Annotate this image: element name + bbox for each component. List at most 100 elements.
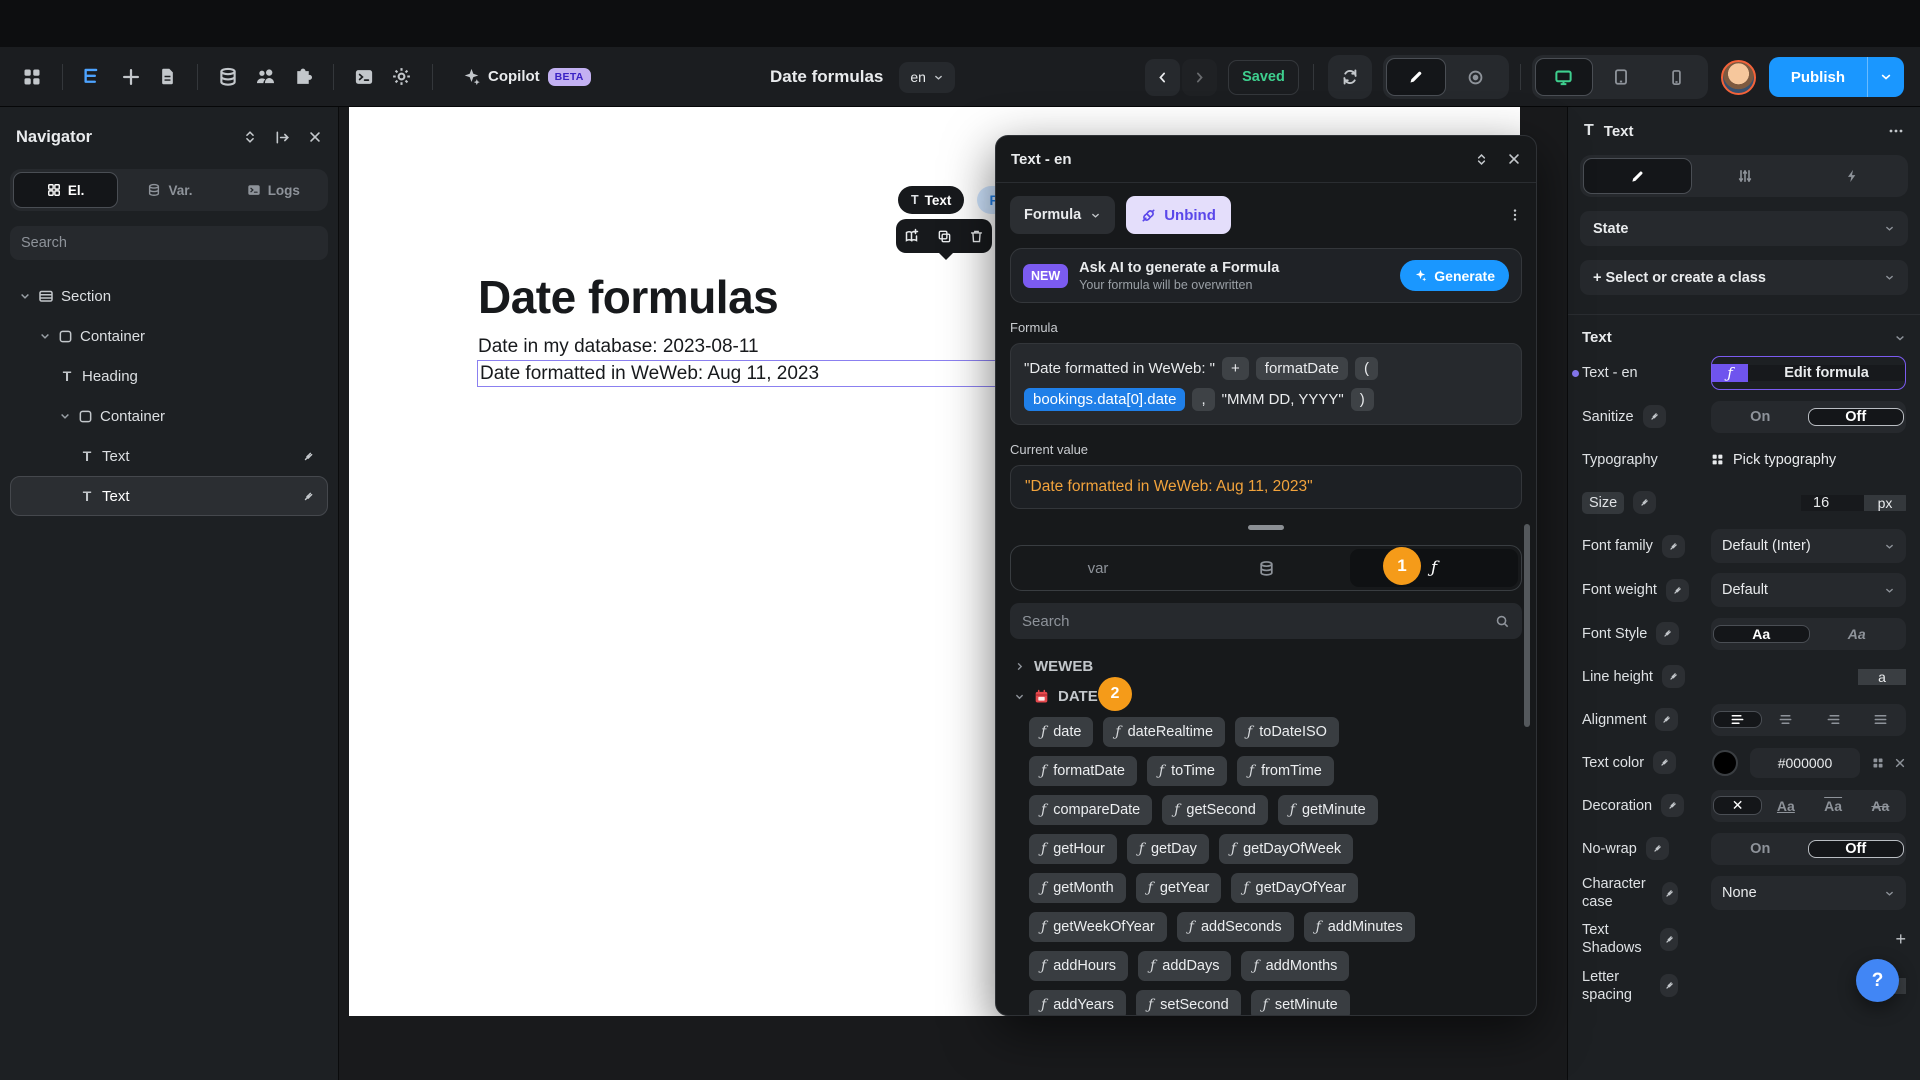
- font-weight-dropdown[interactable]: Default: [1711, 573, 1906, 607]
- bind-plug-icon[interactable]: [1655, 708, 1678, 731]
- tree-item-container[interactable]: Container: [10, 396, 328, 436]
- size-input[interactable]: 16 px: [1801, 487, 1906, 519]
- formula-function-getDayOfYear[interactable]: ƒgetDayOfYear: [1231, 873, 1358, 903]
- bind-plug-icon[interactable]: [1660, 974, 1678, 997]
- canvas-heading[interactable]: Date formulas: [478, 270, 778, 324]
- formula-token[interactable]: ,: [1192, 388, 1214, 411]
- undo-back-button[interactable]: [1145, 59, 1180, 96]
- align-left-button[interactable]: [1713, 711, 1762, 728]
- duplicate-icon[interactable]: [937, 229, 952, 244]
- align-right-button[interactable]: [1810, 712, 1857, 727]
- binding-mode-dropdown[interactable]: Formula: [1010, 196, 1115, 234]
- tablet-breakpoint-button[interactable]: [1593, 58, 1649, 96]
- formula-token[interactable]: ): [1351, 388, 1374, 411]
- copilot-button[interactable]: Copilot BETA: [463, 68, 591, 86]
- mobile-breakpoint-button[interactable]: [1649, 58, 1705, 96]
- collections-source-tab[interactable]: [1182, 549, 1350, 587]
- unbind-button[interactable]: Unbind: [1126, 196, 1231, 234]
- group-date[interactable]: DATE 2: [1010, 681, 1522, 711]
- bind-plug-icon[interactable]: [1646, 837, 1669, 860]
- user-avatar[interactable]: [1721, 60, 1756, 95]
- line-height-unit[interactable]: a: [1858, 669, 1906, 685]
- bind-plug-icon[interactable]: [1660, 928, 1678, 951]
- toggle-on[interactable]: On: [1713, 841, 1808, 857]
- navigator-search-input[interactable]: [21, 235, 303, 251]
- panel-resize-handle[interactable]: [1248, 525, 1284, 530]
- font-family-dropdown[interactable]: Default (Inter): [1711, 529, 1906, 563]
- formula-function-toDateISO[interactable]: ƒtoDateISO: [1235, 717, 1339, 747]
- formula-function-getYear[interactable]: ƒgetYear: [1136, 873, 1222, 903]
- selection-tag[interactable]: T Text: [898, 186, 964, 214]
- font-style-normal[interactable]: Aa: [1713, 625, 1810, 643]
- formula-expression[interactable]: "Date formatted in WeWeb: "+formatDate(b…: [1010, 343, 1522, 425]
- add-shadow-button[interactable]: +: [1895, 929, 1906, 950]
- formula-function-getDay[interactable]: ƒgetDay: [1127, 834, 1209, 864]
- tab-elements[interactable]: El.: [13, 172, 118, 208]
- formula-function-getDayOfWeek[interactable]: ƒgetDayOfWeek: [1219, 834, 1353, 864]
- bind-plug-icon[interactable]: [1661, 794, 1684, 817]
- decoration-none[interactable]: ✕: [1713, 796, 1762, 815]
- bind-plug-icon[interactable]: [1666, 579, 1689, 602]
- toggle-on[interactable]: On: [1713, 409, 1808, 425]
- preview-mode-button[interactable]: [1446, 58, 1506, 96]
- bind-plug-icon[interactable]: [1656, 622, 1679, 645]
- expand-collapse-icon[interactable]: [243, 130, 257, 144]
- decoration-strikethrough[interactable]: Aa: [1857, 798, 1904, 814]
- more-options-kebab-icon[interactable]: [1888, 123, 1904, 139]
- formula-function-addDays[interactable]: ƒaddDays: [1138, 951, 1231, 981]
- publish-options-chevron[interactable]: [1868, 57, 1904, 97]
- sync-refresh-button[interactable]: [1328, 55, 1372, 99]
- text-section-header[interactable]: Text: [1568, 314, 1920, 346]
- formula-function-fromTime[interactable]: ƒfromTime: [1237, 756, 1334, 786]
- color-swatch[interactable]: [1712, 750, 1738, 776]
- decoration-overline[interactable]: Aa: [1810, 798, 1857, 814]
- formula-token[interactable]: +: [1222, 357, 1249, 380]
- locale-selector[interactable]: en: [899, 62, 955, 93]
- bind-plug-icon[interactable]: [1643, 405, 1666, 428]
- state-dropdown[interactable]: State: [1580, 211, 1908, 246]
- dev-console-icon[interactable]: [354, 67, 374, 87]
- toggle-off[interactable]: Off: [1808, 408, 1905, 426]
- expand-panel-icon[interactable]: [1475, 153, 1488, 166]
- size-unit[interactable]: px: [1864, 495, 1906, 511]
- scrollbar-thumb[interactable]: [1524, 524, 1530, 727]
- tree-item-container[interactable]: Container: [10, 316, 328, 356]
- close-icon[interactable]: [1507, 152, 1521, 166]
- edit-mode-button[interactable]: [1386, 58, 1446, 96]
- tab-variables[interactable]: Var.: [118, 172, 221, 208]
- formula-function-formatDate[interactable]: ƒformatDate: [1029, 756, 1137, 786]
- bind-plug-icon[interactable]: [1662, 535, 1685, 558]
- tab-styles[interactable]: [1583, 158, 1692, 194]
- formula-function-getMinute[interactable]: ƒgetMinute: [1278, 795, 1378, 825]
- formula-token[interactable]: formatDate: [1256, 357, 1348, 380]
- formula-token[interactable]: (: [1355, 357, 1378, 380]
- line-height-input[interactable]: a: [1771, 661, 1906, 693]
- users-icon[interactable]: [255, 66, 276, 87]
- variables-source-tab[interactable]: var: [1014, 549, 1182, 587]
- formula-search-input[interactable]: [1022, 613, 1495, 630]
- settings-gear-icon[interactable]: [391, 66, 412, 87]
- tab-interactions[interactable]: [1798, 158, 1905, 194]
- pages-icon[interactable]: [158, 67, 177, 86]
- bind-plug-icon[interactable]: [1662, 882, 1679, 905]
- formula-function-addMinutes[interactable]: ƒaddMinutes: [1304, 912, 1415, 942]
- tree-item-text[interactable]: TText: [10, 476, 328, 516]
- bind-plug-icon[interactable]: [1662, 665, 1685, 688]
- navigator-tree-icon[interactable]: [83, 66, 104, 87]
- formula-function-setMinute[interactable]: ƒsetMinute: [1251, 990, 1350, 1016]
- clear-color-icon[interactable]: [1894, 757, 1906, 769]
- tab-settings[interactable]: [1692, 158, 1799, 194]
- close-icon[interactable]: [308, 130, 322, 144]
- formula-function-addSeconds[interactable]: ƒaddSeconds: [1177, 912, 1294, 942]
- redo-forward-button[interactable]: [1182, 59, 1217, 96]
- formula-function-dateRealtime[interactable]: ƒdateRealtime: [1103, 717, 1225, 747]
- tree-item-section[interactable]: Section: [10, 276, 328, 316]
- edit-formula-button[interactable]: ƒ Edit formula: [1711, 356, 1906, 390]
- decoration-underline[interactable]: Aa: [1762, 798, 1809, 814]
- formula-function-addYears[interactable]: ƒaddYears: [1029, 990, 1126, 1016]
- group-weweb[interactable]: WEWEB: [1010, 651, 1522, 681]
- apps-grid-icon[interactable]: [22, 67, 42, 87]
- desktop-breakpoint-button[interactable]: [1535, 58, 1593, 96]
- bind-plug-icon[interactable]: [1633, 491, 1656, 514]
- plugins-icon[interactable]: [293, 67, 313, 87]
